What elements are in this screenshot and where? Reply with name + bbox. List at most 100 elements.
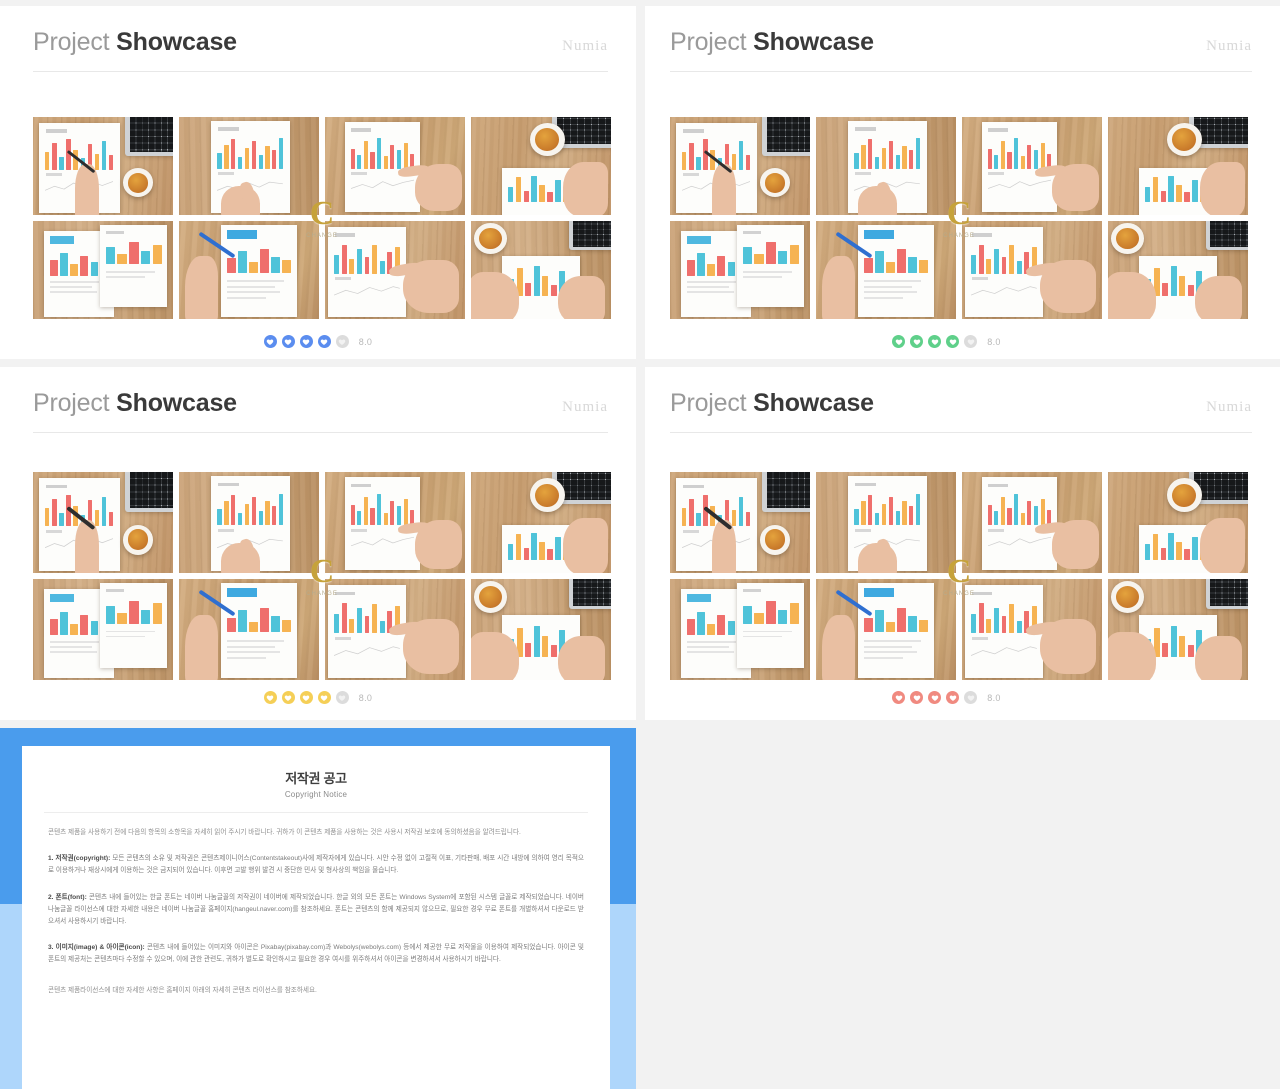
gallery-thumb[interactable] bbox=[1108, 472, 1248, 573]
copyright-body: 콘텐츠 제품을 사용하기 전에 다음의 항목의 소항목을 자세히 읽어 주시기 … bbox=[22, 827, 610, 997]
gallery-thumb[interactable] bbox=[325, 579, 465, 680]
rating-dot-filled[interactable] bbox=[317, 335, 331, 348]
rating-row[interactable]: 8.0 bbox=[645, 335, 1248, 348]
gallery-thumb[interactable] bbox=[816, 221, 956, 319]
heart-icon bbox=[267, 339, 274, 345]
copyright-title: 저작권 공고 bbox=[285, 771, 347, 786]
heart-icon bbox=[931, 339, 939, 345]
panel-header: Project Showcase Numia bbox=[670, 28, 1252, 72]
rating-dot-filled[interactable] bbox=[928, 691, 942, 704]
image-gallery: C CHANGE bbox=[33, 472, 611, 680]
gallery-thumb[interactable] bbox=[33, 579, 173, 680]
heart-icon bbox=[321, 339, 328, 345]
gallery-thumb[interactable] bbox=[179, 472, 319, 573]
rating-dot-empty[interactable] bbox=[335, 335, 349, 348]
title-light: Project bbox=[670, 389, 747, 417]
brand-label: Numia bbox=[1206, 399, 1252, 415]
gallery-thumb[interactable] bbox=[33, 117, 173, 215]
showcase-panel-bottom-right: Project Showcase Numia C CHANGE 8.0 bbox=[645, 367, 1280, 720]
gallery-thumb[interactable] bbox=[962, 117, 1102, 215]
gallery-thumb[interactable] bbox=[1108, 579, 1248, 680]
gallery-thumb[interactable] bbox=[471, 472, 611, 573]
copyright-section-1-text: 모든 콘텐츠의 소유 및 저작권은 콘텐츠제이니어스(Contentstakeo… bbox=[48, 855, 584, 875]
gallery-thumb[interactable] bbox=[471, 579, 611, 680]
copyright-section-1: 1. 저작권(copyright): 모든 콘텐츠의 소유 및 저작권은 콘텐츠… bbox=[48, 853, 584, 877]
gallery-thumb[interactable] bbox=[962, 579, 1102, 680]
heart-icon bbox=[339, 339, 346, 345]
gallery-thumb[interactable] bbox=[816, 117, 956, 215]
gallery-thumb[interactable] bbox=[33, 472, 173, 573]
page-title: Project Showcase bbox=[33, 389, 237, 418]
copyright-section-2-text: 콘텐츠 내에 들어있는 한글 폰트는 네이버 나눔글꼴의 저작권이 네이버에 제… bbox=[48, 893, 584, 925]
rating-dot-filled[interactable] bbox=[892, 691, 906, 704]
rating-dot-filled[interactable] bbox=[928, 335, 942, 348]
gallery-thumb[interactable] bbox=[816, 579, 956, 680]
gallery-thumb[interactable] bbox=[471, 117, 611, 215]
copyright-panel: 저작권 공고 Copyright Notice 콘텐츠 제품을 사용하기 전에 … bbox=[0, 728, 636, 1089]
rating-dot-empty[interactable] bbox=[335, 691, 349, 704]
gallery-thumb[interactable] bbox=[325, 221, 465, 319]
brand-label: Numia bbox=[562, 399, 608, 415]
rating-score: 8.0 bbox=[987, 692, 1001, 703]
heart-icon bbox=[303, 339, 310, 345]
rating-dot-filled[interactable] bbox=[946, 691, 960, 704]
gallery-thumb[interactable] bbox=[670, 472, 810, 573]
rating-row[interactable]: 8.0 bbox=[0, 691, 636, 704]
gallery-thumb[interactable] bbox=[670, 579, 810, 680]
rating-dot-filled[interactable] bbox=[910, 335, 924, 348]
rating-dot-filled[interactable] bbox=[910, 691, 924, 704]
showcase-panel-top-right: Project Showcase Numia C CHANGE 8.0 bbox=[645, 6, 1280, 359]
heart-icon bbox=[913, 695, 921, 701]
gallery-thumb[interactable] bbox=[1108, 117, 1248, 215]
gallery-thumb[interactable] bbox=[325, 472, 465, 573]
copyright-intro: 콘텐츠 제품을 사용하기 전에 다음의 항목의 소항목을 자세히 읽어 주시기 … bbox=[48, 829, 521, 836]
title-light: Project bbox=[33, 389, 110, 417]
heart-icon bbox=[913, 339, 921, 345]
rating-dot-empty[interactable] bbox=[964, 335, 978, 348]
rating-dot-empty[interactable] bbox=[964, 691, 978, 704]
gallery-thumb[interactable] bbox=[1108, 221, 1248, 319]
rating-dot-filled[interactable] bbox=[263, 335, 277, 348]
rating-dot-filled[interactable] bbox=[299, 335, 313, 348]
panel-header: Project Showcase Numia bbox=[33, 28, 608, 72]
title-bold: Showcase bbox=[116, 28, 237, 56]
gallery-thumb[interactable] bbox=[670, 221, 810, 319]
rating-score: 8.0 bbox=[987, 336, 1001, 347]
copyright-subtitle: Copyright Notice bbox=[284, 790, 348, 799]
brand-label: Numia bbox=[562, 38, 608, 54]
page-title: Project Showcase bbox=[670, 28, 874, 57]
rating-row[interactable]: 8.0 bbox=[0, 335, 636, 348]
rating-dot-filled[interactable] bbox=[946, 335, 960, 348]
copyright-section-2: 2. 폰트(font): 콘텐츠 내에 들어있는 한글 폰트는 네이버 나눔글꼴… bbox=[48, 892, 584, 929]
gallery-thumb[interactable] bbox=[179, 117, 319, 215]
image-gallery: C CHANGE bbox=[670, 117, 1248, 319]
rating-row[interactable]: 8.0 bbox=[645, 691, 1248, 704]
rating-dot-filled[interactable] bbox=[281, 691, 295, 704]
panel-header: Project Showcase Numia bbox=[670, 389, 1252, 433]
gallery-thumb[interactable] bbox=[179, 579, 319, 680]
page-title: Project Showcase bbox=[33, 28, 237, 57]
rating-dot-filled[interactable] bbox=[263, 691, 277, 704]
gallery-thumb[interactable] bbox=[962, 221, 1102, 319]
screen-root: Project Showcase Numia C CHANGE 8.0 Proj… bbox=[0, 0, 1280, 1089]
rating-dot-filled[interactable] bbox=[299, 691, 313, 704]
heart-icon bbox=[949, 339, 957, 345]
gallery-thumb[interactable] bbox=[962, 472, 1102, 573]
rating-dot-filled[interactable] bbox=[317, 691, 331, 704]
image-gallery: C CHANGE bbox=[33, 117, 611, 319]
gallery-thumb[interactable] bbox=[325, 117, 465, 215]
title-light: Project bbox=[670, 28, 747, 56]
gallery-thumb[interactable] bbox=[670, 117, 810, 215]
copyright-section-1-label: 1. 저작권(copyright): bbox=[48, 855, 111, 863]
gallery-thumb[interactable] bbox=[179, 221, 319, 319]
gallery-thumb[interactable] bbox=[471, 221, 611, 319]
gallery-thumb[interactable] bbox=[33, 221, 173, 319]
brand-label: Numia bbox=[1206, 38, 1252, 54]
panel-header: Project Showcase Numia bbox=[33, 389, 608, 433]
rating-dot-filled[interactable] bbox=[892, 335, 906, 348]
heart-icon bbox=[931, 695, 939, 701]
copyright-section-2-label: 2. 폰트(font): bbox=[48, 893, 87, 901]
gallery-thumb[interactable] bbox=[816, 472, 956, 573]
showcase-panel-top-left: Project Showcase Numia C CHANGE 8.0 bbox=[0, 6, 636, 359]
rating-dot-filled[interactable] bbox=[281, 335, 295, 348]
